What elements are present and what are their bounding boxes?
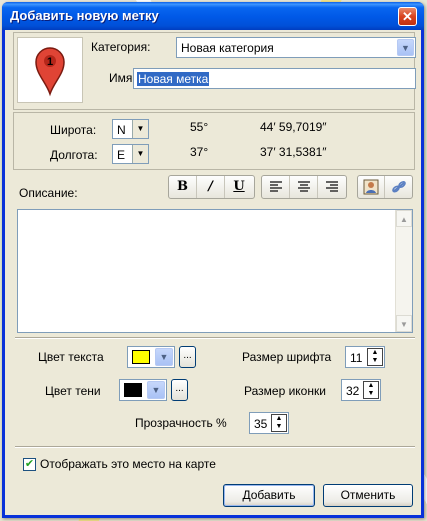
italic-button[interactable]: /: [197, 176, 225, 198]
text-color-more-button[interactable]: ...: [179, 346, 196, 368]
align-center-icon: [297, 181, 310, 192]
italic-icon: /: [208, 179, 213, 194]
chevron-down-icon: ▼: [147, 381, 165, 399]
category-select[interactable]: Новая категория ▼: [176, 37, 416, 58]
opacity-label: Прозрачность %: [135, 416, 227, 430]
name-input[interactable]: Новая метка: [133, 68, 416, 89]
shadow-color-more-button[interactable]: ...: [171, 379, 188, 401]
align-left-button[interactable]: [262, 176, 290, 198]
latitude-hemisphere-value: N: [117, 123, 126, 137]
ellipsis-icon: ...: [183, 350, 192, 361]
description-label: Описание:: [19, 186, 78, 200]
align-right-button[interactable]: [318, 176, 346, 198]
category-label: Категория:: [91, 40, 151, 54]
scroll-up-icon[interactable]: ▲: [396, 210, 412, 227]
text-color-swatch: [132, 350, 150, 364]
chevron-down-icon: ▼: [132, 120, 148, 138]
latitude-hemisphere-select[interactable]: N ▼: [112, 119, 149, 139]
longitude-degrees: 37°: [190, 145, 209, 159]
font-size-spinner[interactable]: 11 ▲ ▼: [345, 346, 385, 368]
category-value: Новая категория: [181, 41, 274, 55]
longitude-label: Долгота:: [50, 148, 98, 162]
title-bar[interactable]: Добавить новую метку ✕: [2, 2, 424, 30]
latitude-minutes-seconds: 44′ 59,7019″: [260, 120, 327, 134]
longitude-minutes-seconds: 37′ 31,5381″: [260, 145, 327, 159]
show-on-map-label[interactable]: Отображать это место на карте: [40, 457, 216, 471]
shadow-color-swatch: [124, 383, 142, 397]
longitude-hemisphere-value: E: [117, 148, 126, 162]
icon-size-spinner[interactable]: 32 ▲ ▼: [341, 379, 381, 401]
insert-link-button[interactable]: [385, 176, 412, 198]
map-pin-body: [35, 47, 65, 97]
description-textarea[interactable]: ▲ ▼: [17, 209, 413, 333]
alignment-toolbar: [261, 175, 347, 199]
insert-image-icon: [363, 179, 379, 195]
insert-link-icon: [391, 181, 406, 193]
separator: [15, 337, 415, 339]
align-center-button[interactable]: [290, 176, 318, 198]
bold-button[interactable]: B: [169, 176, 197, 198]
latitude-degrees: 55°: [190, 120, 209, 134]
icon-size-value: 32: [346, 384, 360, 398]
bold-icon: B: [177, 179, 188, 194]
cancel-button-label: Отменить: [340, 488, 396, 502]
placemark-icon-button[interactable]: 1: [17, 37, 83, 103]
underline-button[interactable]: U: [225, 176, 253, 198]
add-button[interactable]: Добавить: [223, 484, 315, 507]
spinner-up-down-icon[interactable]: ▲ ▼: [367, 348, 383, 366]
insert-image-button[interactable]: [358, 176, 385, 198]
opacity-value: 35: [254, 417, 268, 431]
scroll-down-icon[interactable]: ▼: [396, 315, 412, 332]
align-right-icon: [326, 181, 338, 192]
icon-size-label: Размер иконки: [244, 384, 326, 398]
checkmark-icon: ✔: [24, 458, 35, 470]
shadow-color-label: Цвет тени: [45, 384, 101, 398]
font-size-label: Размер шрифта: [242, 350, 332, 364]
shadow-color-select[interactable]: ▼: [119, 379, 167, 401]
opacity-spinner[interactable]: 35 ▲ ▼: [249, 412, 289, 434]
dialog-title: Добавить новую метку: [10, 8, 159, 23]
cancel-button[interactable]: Отменить: [323, 484, 413, 507]
spinner-up-down-icon[interactable]: ▲ ▼: [363, 381, 379, 399]
name-value: Новая метка: [137, 72, 210, 86]
separator: [15, 446, 415, 448]
add-button-label: Добавить: [242, 488, 296, 502]
align-left-icon: [269, 181, 282, 192]
map-pin-icon: 1: [35, 47, 65, 97]
name-label: Имя:: [109, 71, 136, 85]
description-scrollbar[interactable]: ▲ ▼: [395, 210, 412, 332]
spinner-up-down-icon[interactable]: ▲ ▼: [271, 414, 287, 432]
text-style-toolbar: B / U: [168, 175, 255, 199]
ellipsis-icon: ...: [175, 383, 184, 394]
close-button[interactable]: ✕: [398, 7, 417, 26]
text-color-label: Цвет текста: [38, 350, 104, 364]
longitude-hemisphere-select[interactable]: E ▼: [112, 144, 149, 164]
insert-toolbar: [357, 175, 413, 199]
text-color-select[interactable]: ▼: [127, 346, 175, 368]
map-pin-number: 1: [47, 56, 53, 68]
add-placemark-dialog: Добавить новую метку ✕ 1 Категория: Нова…: [2, 2, 424, 518]
chevron-down-icon: ▼: [155, 348, 173, 366]
font-size-value: 11: [350, 351, 363, 365]
underline-icon: U: [233, 179, 245, 194]
latitude-label: Широта:: [50, 123, 97, 137]
chevron-down-icon: ▼: [132, 145, 148, 163]
show-on-map-checkbox[interactable]: ✔: [23, 458, 36, 471]
chevron-down-icon: ▼: [397, 39, 414, 56]
close-icon: ✕: [402, 9, 413, 24]
